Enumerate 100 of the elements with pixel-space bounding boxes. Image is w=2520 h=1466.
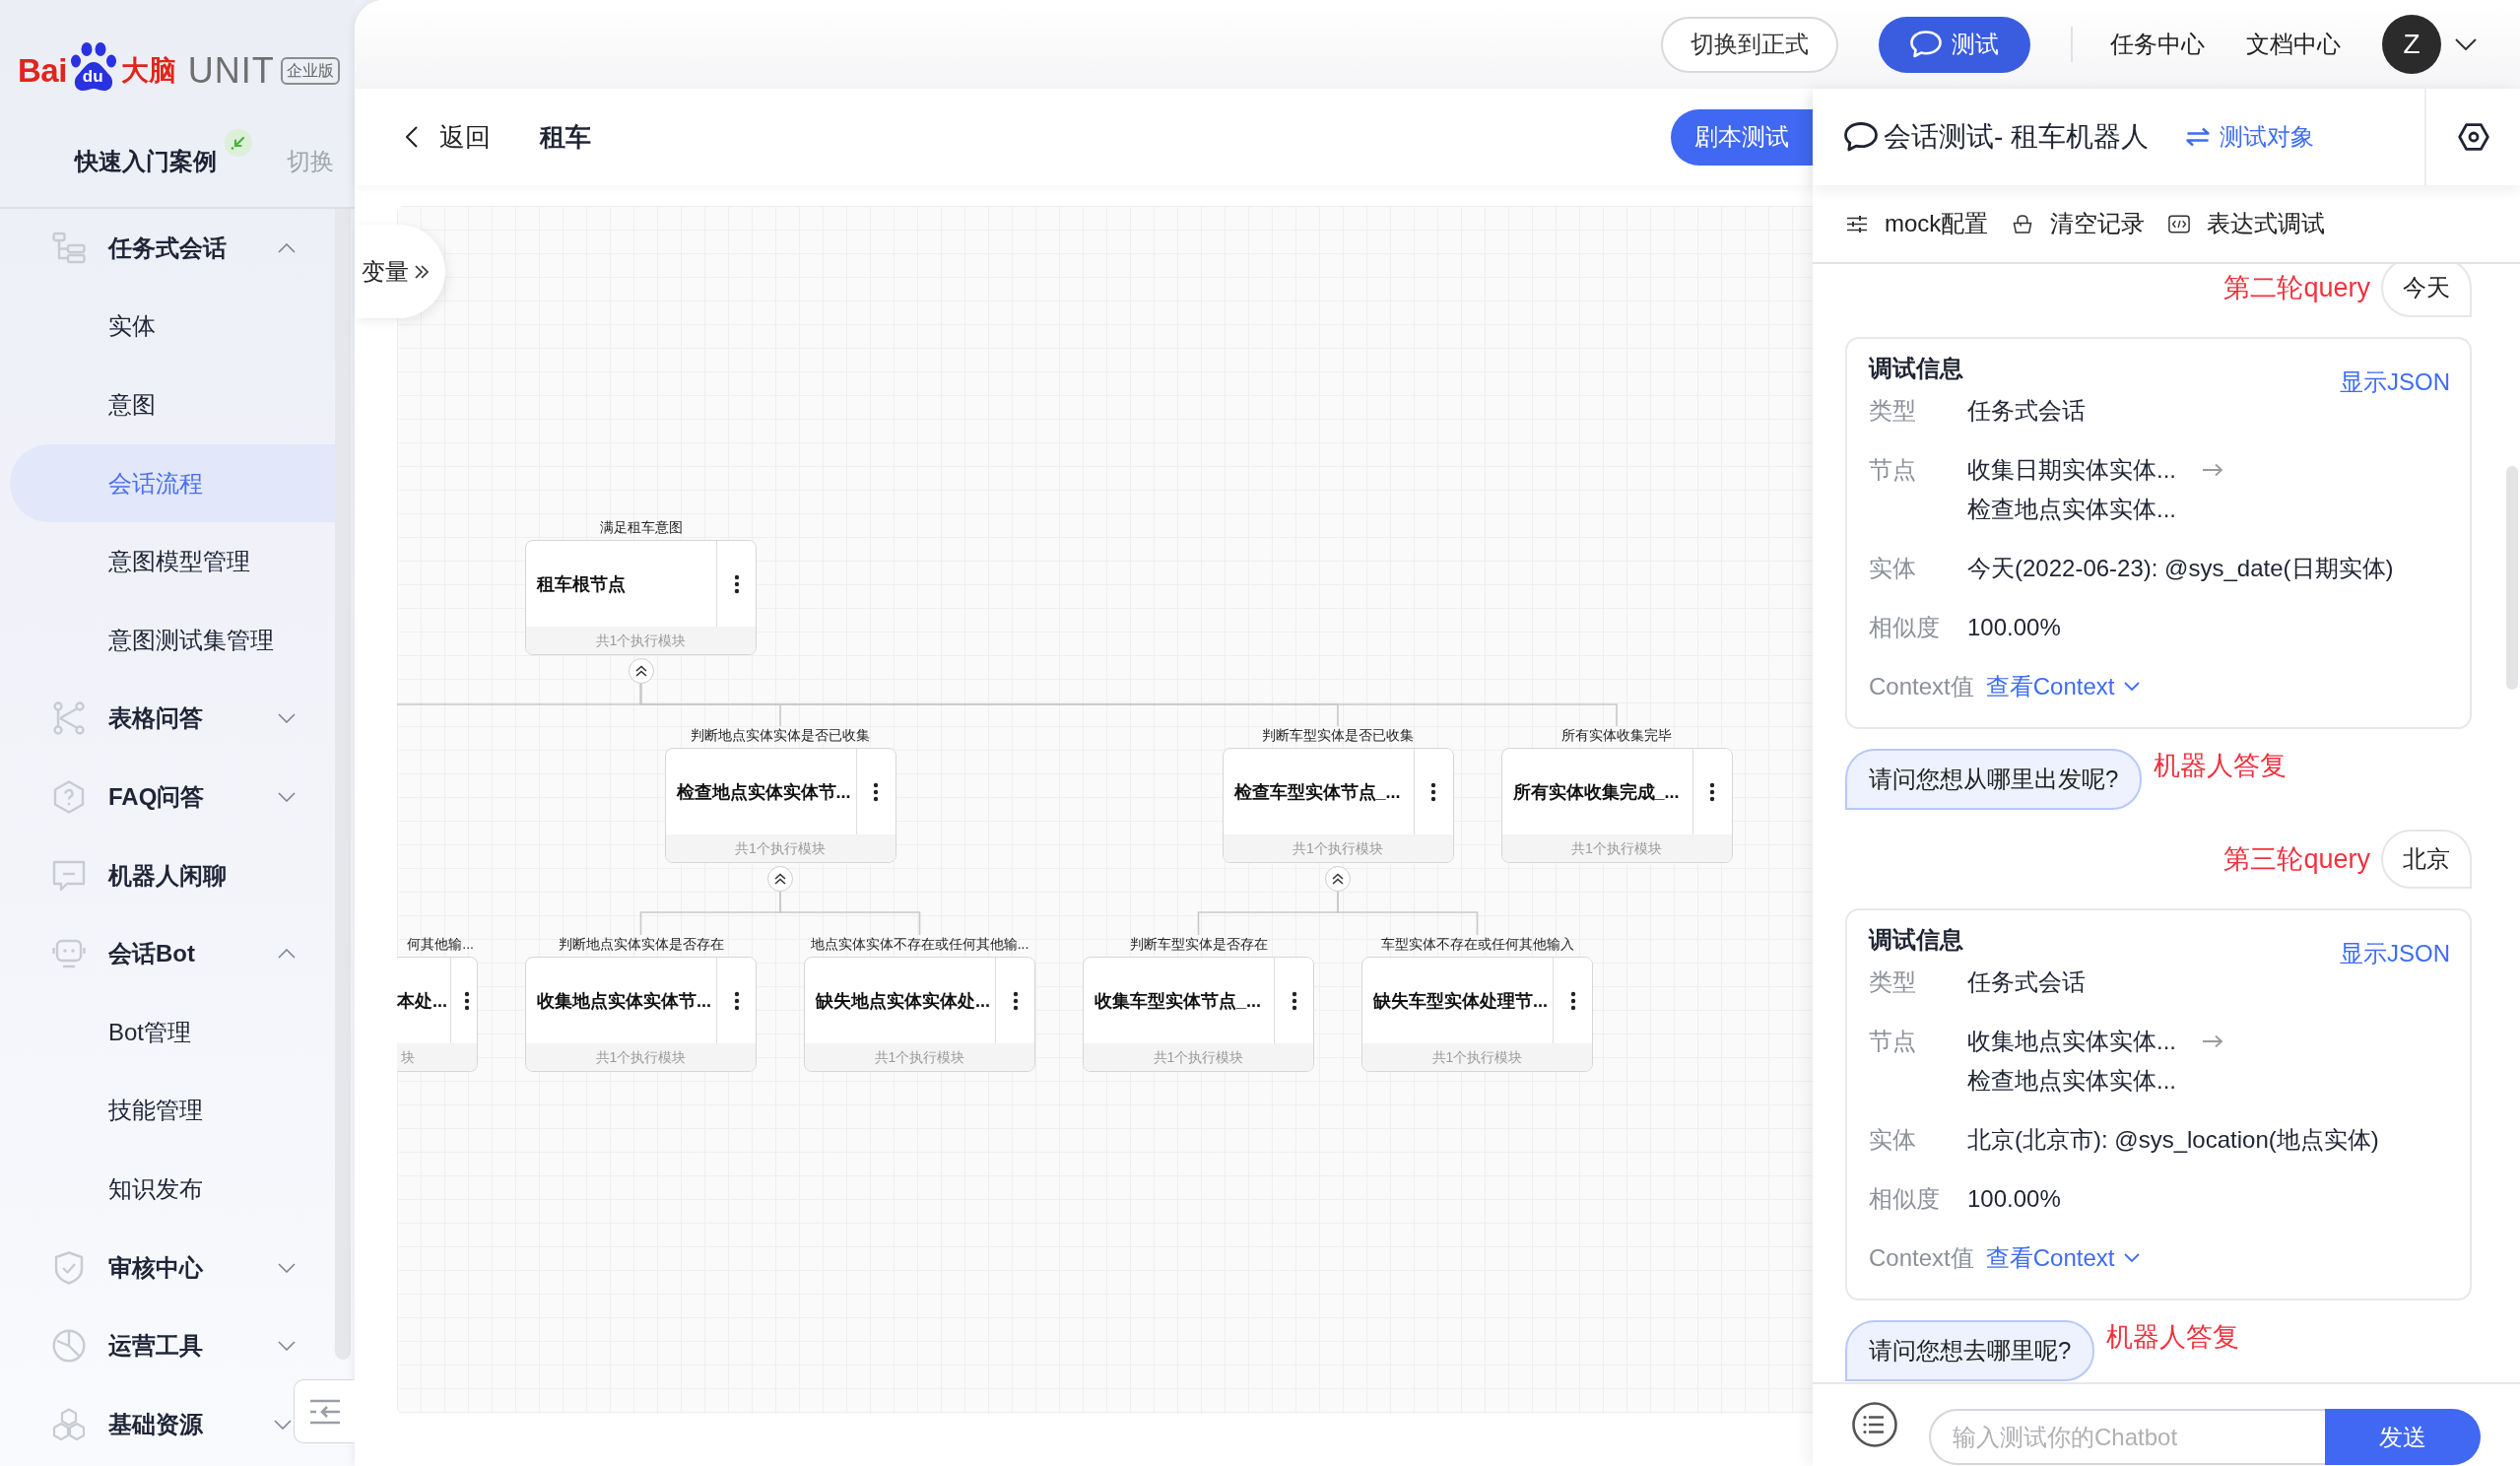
annotation-text: 机器人答复: [2154, 750, 2288, 782]
settings-button[interactable]: [2424, 89, 2520, 185]
debug-title: 调试信息: [1869, 925, 1963, 955]
node-menu-button[interactable]: [1274, 958, 1313, 1043]
node-title: 检查车型实体节点_...: [1233, 780, 1401, 804]
flow-node[interactable]: 本处... 块: [397, 957, 478, 1072]
nav-item[interactable]: 意图测试集管理: [10, 600, 335, 680]
nav-group[interactable]: 表格问答: [10, 679, 335, 759]
nav-group[interactable]: FAQ问答: [10, 758, 335, 836]
script-test-button[interactable]: 剧本测试: [1671, 108, 1813, 166]
logo-text: 大脑: [120, 53, 176, 88]
condition-label: 判断地点实体实体是否已收集: [691, 726, 870, 744]
show-json-link[interactable]: 显示JSON: [2340, 366, 2450, 399]
nav-group[interactable]: 任务式会话: [10, 209, 335, 288]
field-value: 收集日期实体实体...: [1967, 455, 2176, 485]
condition-label: 所有实体收集完毕: [1561, 726, 1672, 744]
view-context-link[interactable]: 查看Context: [1985, 667, 2141, 706]
flow-node[interactable]: 收集车型实体节点_... 共1个执行模块: [1083, 957, 1314, 1072]
collapse-button[interactable]: [1325, 866, 1351, 892]
field-label: 相似度: [1869, 613, 1941, 642]
nav-item[interactable]: Bot管理: [10, 992, 335, 1072]
scrollbar[interactable]: [2506, 466, 2518, 690]
more-icon: [464, 990, 470, 1011]
expression-debug-button[interactable]: 表达式调试: [2168, 208, 2326, 239]
flow-node[interactable]: 检查车型实体节点_... 共1个执行模块: [1222, 748, 1454, 863]
flow-node[interactable]: 缺失车型实体处理节... 共1个执行模块: [1361, 957, 1593, 1072]
chat-input[interactable]: 输入测试你的Chatbot: [1929, 1409, 2325, 1465]
flow-node[interactable]: 检查地点实体实体节... 共1个执行模块: [664, 748, 896, 863]
list-icon[interactable]: [1852, 1402, 1897, 1447]
more-icon: [1430, 781, 1436, 802]
variables-tab[interactable]: 变量: [355, 225, 445, 318]
node-title: 本处...: [397, 989, 447, 1013]
nav-group[interactable]: 基础资源: [10, 1384, 292, 1464]
field-label: Context值: [1869, 672, 1974, 701]
node-menu-button[interactable]: [716, 541, 756, 627]
mock-config-button[interactable]: mock配置: [1846, 208, 1989, 239]
collapse-button[interactable]: [767, 866, 793, 892]
switch-mode-button[interactable]: 切换到正式: [1661, 16, 1838, 73]
show-json-link[interactable]: 显示JSON: [2340, 937, 2450, 970]
node-menu-button[interactable]: [1553, 958, 1592, 1043]
field-label: Context值: [1869, 1243, 1974, 1273]
field-value: 今天(2022-06-23): @sys_date(日期实体): [1967, 554, 2394, 583]
scrollbar[interactable]: [335, 209, 351, 1360]
test-button[interactable]: 测试: [1879, 16, 2030, 73]
chevron-down-icon[interactable]: [2455, 38, 2477, 50]
node-footer: 共1个执行模块: [526, 1043, 756, 1071]
collapse-button[interactable]: [628, 658, 654, 684]
node-menu-button[interactable]: [855, 749, 895, 834]
node-menu-button[interactable]: [450, 958, 477, 1043]
nav-item[interactable]: 意图: [10, 366, 335, 444]
collapse-sidebar-button[interactable]: [294, 1379, 355, 1443]
nav-group[interactable]: 审核中心: [10, 1228, 335, 1307]
collapse-sidebar-icon: [308, 1398, 341, 1425]
clear-history-button[interactable]: 清空记录: [2012, 208, 2146, 239]
nav-link[interactable]: 文档中心: [2246, 29, 2341, 60]
node-menu-button[interactable]: [995, 958, 1034, 1043]
pie-chart-icon: [52, 1329, 86, 1364]
nav-item[interactable]: 会话流程: [10, 443, 335, 523]
node-footer: 块: [397, 1043, 477, 1071]
panel-title: 会话测试- 租车机器人: [1884, 120, 2150, 154]
field-label: 相似度: [1869, 1184, 1941, 1214]
flow-node[interactable]: 缺失地点实体实体处... 共1个执行模块: [804, 957, 1035, 1072]
field-value: 100.00%: [1967, 613, 2061, 642]
annotation-text: 第三轮query: [2223, 843, 2370, 876]
edition-badge: 企业版: [280, 56, 340, 85]
nav-item[interactable]: 实体: [10, 287, 335, 366]
nodes-icon: [52, 701, 86, 736]
logo-text: UNIT: [187, 50, 275, 91]
nav-item[interactable]: 知识发布: [10, 1150, 335, 1229]
node-menu-button[interactable]: [716, 958, 756, 1043]
test-target-link[interactable]: 测试对象: [2186, 121, 2315, 153]
flow-node[interactable]: 收集地点实体实体节... 共1个执行模块: [525, 957, 757, 1072]
field-value: 任务式会话: [1967, 967, 2086, 997]
project-name: 快速入门案例: [75, 147, 217, 176]
logo-text: du: [82, 66, 103, 87]
shield-check-icon: [52, 1250, 86, 1285]
tree-icon: [52, 231, 86, 265]
condition-label: 判断车型实体是否存在: [1129, 935, 1268, 953]
node-title: 收集地点实体实体节...: [537, 989, 711, 1013]
user-message-bubble: 北京: [2381, 830, 2472, 889]
send-button[interactable]: 发送: [2325, 1409, 2481, 1465]
nav-item[interactable]: 意图模型管理: [10, 522, 335, 601]
flow-node[interactable]: 租车根节点 共1个执行模块: [525, 540, 757, 655]
node-menu-button[interactable]: [1413, 749, 1453, 834]
field-label: 类型: [1869, 396, 1917, 426]
flow-node[interactable]: 所有实体收集完成_... 共1个执行模块: [1500, 748, 1733, 863]
nav-link[interactable]: 任务中心: [2110, 29, 2205, 60]
nav-group[interactable]: 会话Bot: [10, 914, 335, 993]
avatar-button[interactable]: Z: [2382, 15, 2441, 74]
nav-item[interactable]: 技能管理: [10, 1071, 335, 1151]
swap-icon: [2186, 127, 2211, 147]
nav-group[interactable]: 运营工具: [10, 1306, 335, 1385]
nav-group[interactable]: 机器人闲聊: [10, 835, 335, 915]
back-button[interactable]: 返回: [406, 119, 491, 155]
node-menu-button[interactable]: [1691, 749, 1732, 834]
chevron-down-icon: [2124, 1253, 2141, 1263]
view-context-link[interactable]: 查看Context: [1985, 1238, 2141, 1278]
bot-message-bubble: 请问您想从哪里出发呢?: [1845, 749, 2143, 810]
node-footer: 共1个执行模块: [665, 834, 895, 862]
double-chevron-right-icon: [414, 263, 430, 280]
